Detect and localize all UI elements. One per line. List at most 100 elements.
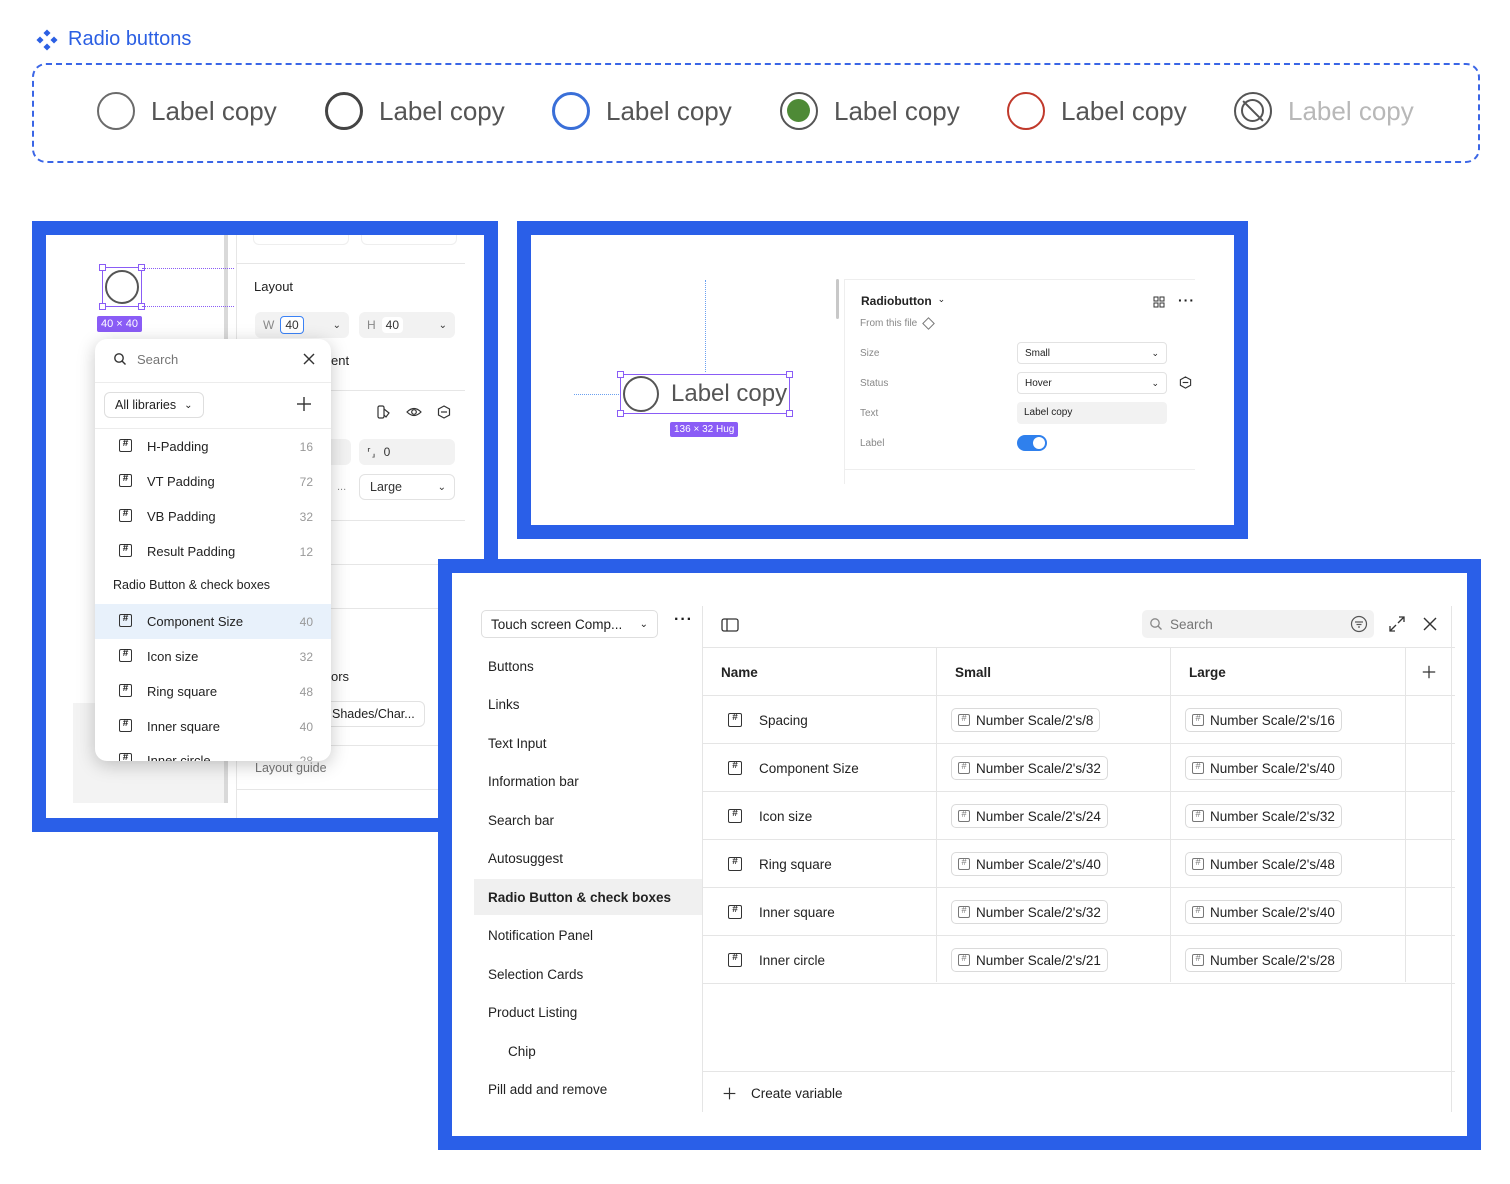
picker-search-input[interactable] (137, 348, 277, 370)
alias-chip[interactable]: Number Scale/2's/16 (1185, 708, 1342, 732)
picker-item[interactable]: Inner circle 28 (95, 743, 331, 761)
sidebar-item-links[interactable]: Links (474, 686, 702, 722)
picker-item-label: Component Size (147, 614, 244, 629)
chevron-down-icon[interactable]: ⌄ (333, 320, 341, 331)
picker-item-value: 40 (299, 719, 313, 734)
add-icon[interactable] (295, 395, 313, 413)
picker-item[interactable]: Inner square 40 (95, 709, 331, 744)
alias-chip[interactable]: Number Scale/2's/48 (1185, 852, 1342, 876)
sidebar-item-search-bar[interactable]: Search bar (474, 802, 702, 838)
table-search-input[interactable] (1170, 614, 1340, 634)
field-fragment[interactable] (331, 439, 351, 465)
table-row[interactable]: Inner circle Number Scale/2's/21 Number … (703, 936, 1455, 984)
panel-instance-frame: Label copy 136 × 32 Hug Radiobutton ⌄ ··… (517, 221, 1248, 539)
collection-select[interactable]: Touch screen Comp... ⌄ (481, 610, 658, 638)
filter-icon[interactable] (1350, 615, 1368, 633)
library-filter[interactable]: All libraries ⌄ (104, 392, 204, 418)
padding-field[interactable]: ⸢⸥ 0 (359, 439, 455, 465)
alias-chip[interactable]: Number Scale/2's/40 (951, 852, 1108, 876)
number-variable-icon (1192, 905, 1204, 918)
color-style-field[interactable]: Shades/Char... (325, 701, 425, 727)
size-prop-select[interactable]: Small ⌄ (1017, 342, 1167, 364)
radio-default[interactable]: Label copy (97, 92, 277, 130)
picker-item[interactable]: Ring square 48 (95, 674, 331, 709)
sidebar-item-buttons[interactable]: Buttons (474, 648, 702, 684)
radio-label: Label copy (834, 95, 960, 126)
picker-item[interactable]: VB Padding 32 (95, 499, 331, 534)
component-name[interactable]: Radiobutton ⌄ (861, 294, 945, 308)
alias-chip[interactable]: Number Scale/2's/32 (951, 900, 1108, 924)
chevron-down-icon[interactable]: ⌄ (439, 320, 447, 331)
sidebar-item-radio-button[interactable]: Radio Button & check boxes (474, 879, 702, 915)
table-search[interactable] (1142, 610, 1374, 638)
picker-item[interactable]: H-Padding 16 (95, 429, 331, 464)
table-row[interactable]: Ring square Number Scale/2's/40 Number S… (703, 840, 1455, 888)
more-options-icon[interactable]: ··· (674, 611, 693, 629)
sidebar-toggle-icon[interactable] (721, 618, 739, 632)
sidebar-item-notification-panel[interactable]: Notification Panel (474, 917, 702, 953)
table-row[interactable]: Inner square Number Scale/2's/32 Number … (703, 888, 1455, 936)
column-header-small[interactable]: Small (955, 648, 991, 696)
alias-chip[interactable]: Number Scale/2's/40 (1185, 900, 1342, 924)
selection-box[interactable] (99, 264, 145, 310)
table-row[interactable]: Spacing Number Scale/2's/8 Number Scale/… (703, 696, 1455, 744)
width-field[interactable]: W 40 ⌄ (255, 312, 349, 338)
alias-chip[interactable]: Number Scale/2's/24 (951, 804, 1108, 828)
picker-item[interactable]: Icon size 32 (95, 639, 331, 674)
panel-scrollbar[interactable] (836, 279, 839, 319)
close-icon[interactable] (301, 351, 317, 367)
variable-name: Spacing (759, 712, 808, 728)
sidebar-item-text-input[interactable]: Text Input (474, 725, 702, 761)
column-header-large[interactable]: Large (1189, 648, 1226, 696)
variable-icon[interactable] (1179, 376, 1192, 389)
library-filter-label: All libraries (115, 398, 177, 412)
alias-chip[interactable]: Number Scale/2's/21 (951, 948, 1108, 972)
alias-chip[interactable]: Number Scale/2's/32 (951, 756, 1108, 780)
column-header-name[interactable]: Name (721, 648, 758, 696)
style-icon[interactable] (377, 405, 391, 419)
sidebar-item-product-listing[interactable]: Product Listing (474, 994, 702, 1030)
radio-selected[interactable]: Label copy (780, 92, 960, 130)
label-toggle[interactable] (1017, 435, 1047, 451)
sidebar-item-selection-cards[interactable]: Selection Cards (474, 956, 702, 992)
sidebar-item-information-bar[interactable]: Information bar (474, 763, 702, 799)
height-value[interactable]: 40 (381, 317, 404, 333)
padding-value[interactable]: 0 (384, 445, 391, 459)
close-icon[interactable] (1422, 616, 1438, 632)
grid-icon[interactable] (1153, 295, 1165, 308)
height-field[interactable]: H 40 ⌄ (359, 312, 455, 338)
sidebar-item-pill[interactable]: Pill add and remove (474, 1071, 702, 1107)
radio-label: Label copy (151, 95, 277, 126)
picker-item[interactable]: Result Padding 12 (95, 534, 331, 569)
alias-chip[interactable]: Number Scale/2's/8 (951, 708, 1101, 732)
table-row[interactable]: Component Size Number Scale/2's/32 Numbe… (703, 744, 1455, 792)
text-prop-input[interactable]: Label copy (1017, 402, 1167, 424)
table-row[interactable]: Icon size Number Scale/2's/24 Number Sca… (703, 792, 1455, 840)
picker-group-title: Radio Button & check boxes (113, 578, 271, 592)
add-column-icon[interactable] (1421, 648, 1437, 696)
picker-item[interactable]: VT Padding 72 (95, 464, 331, 499)
more-options-icon[interactable]: ··· (1178, 292, 1195, 308)
status-prop-select[interactable]: Hover ⌄ (1017, 372, 1167, 394)
radio-hover[interactable]: Label copy (325, 92, 505, 130)
eye-icon[interactable] (406, 405, 422, 419)
radio-focus[interactable]: Label copy (552, 92, 732, 130)
create-variable-button[interactable]: Create variable (722, 1086, 843, 1101)
alias-chip[interactable]: Number Scale/2's/40 (1185, 756, 1342, 780)
status-prop-label: Status (860, 378, 889, 389)
sidebar-item-chip[interactable]: Chip (474, 1033, 702, 1069)
component-source[interactable]: From this file (860, 317, 936, 330)
radio-circle (623, 376, 659, 412)
variable-icon[interactable] (437, 405, 451, 419)
size-select[interactable]: Large ⌄ (359, 474, 455, 500)
width-value[interactable]: 40 (280, 316, 304, 334)
alias-value: Number Scale/2's/32 (1210, 808, 1335, 824)
alias-chip[interactable]: Number Scale/2's/32 (1185, 804, 1342, 828)
radio-error[interactable]: Label copy (1007, 92, 1187, 130)
radio-circle (780, 92, 818, 130)
alias-chip[interactable]: Number Scale/2's/28 (1185, 948, 1342, 972)
picker-item-highlighted[interactable]: Component Size 40 (95, 604, 331, 639)
expand-icon[interactable] (1389, 616, 1405, 632)
instance-selection[interactable]: Label copy (617, 371, 793, 417)
sidebar-item-autosuggest[interactable]: Autosuggest (474, 840, 702, 876)
